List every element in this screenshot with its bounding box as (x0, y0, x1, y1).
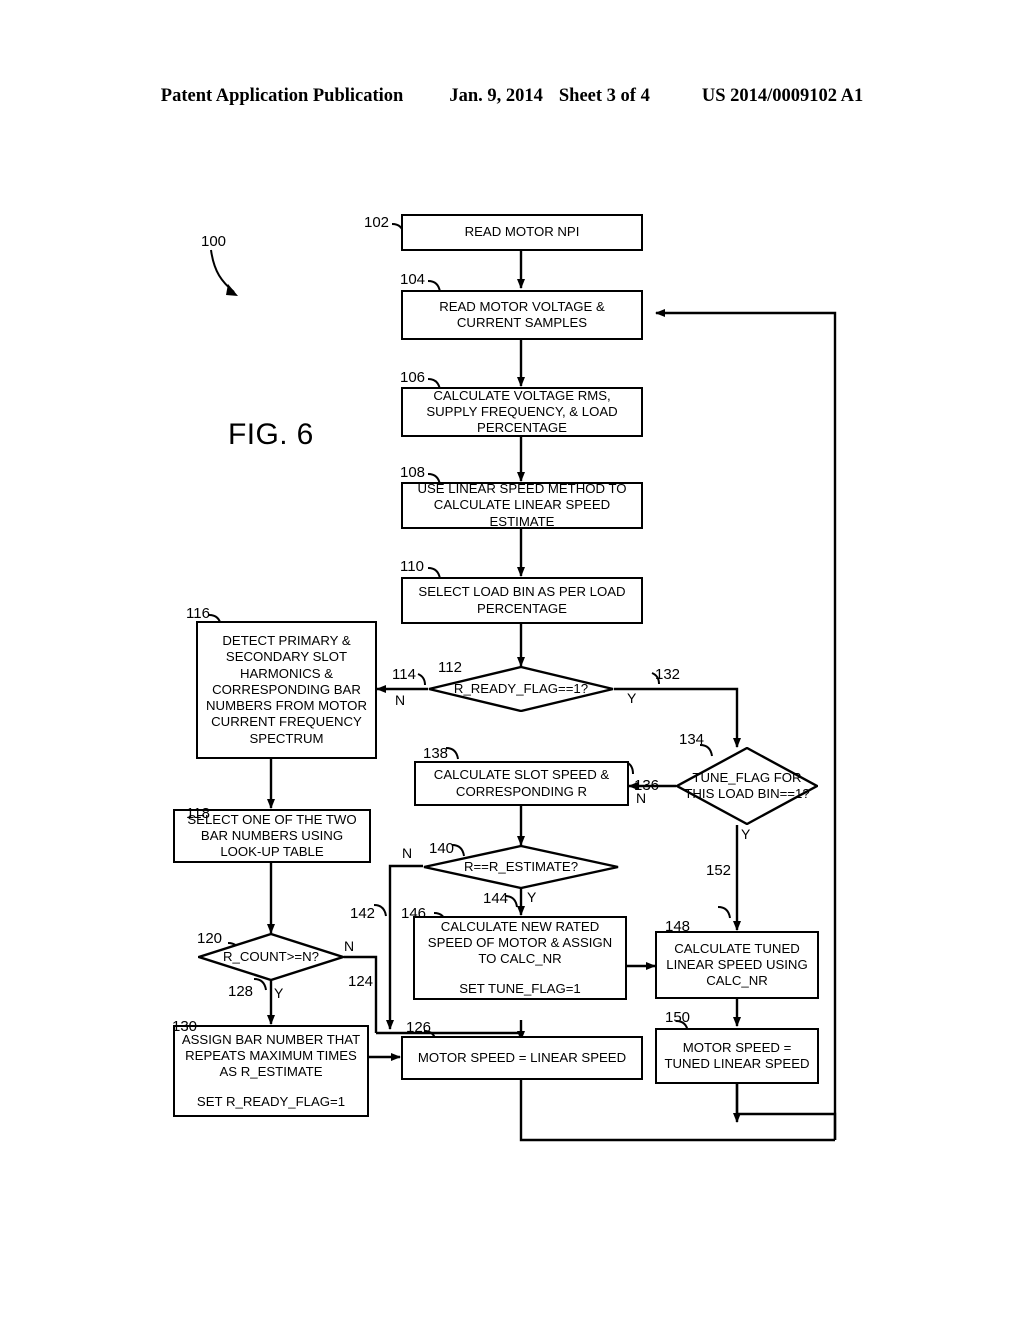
flowchart-connectors (195, 223, 837, 1142)
process-calculate-tuned-linear-speed[interactable]: CALCULATE TUNED LINEAR SPEED USING CALC_… (655, 931, 819, 999)
ref-132: 132 (655, 666, 681, 683)
process-calculate-new-rated-speed[interactable]: CALCULATE NEW RATED SPEED OF MOTOR & ASS… (413, 916, 627, 1000)
ref-148: 148 (665, 918, 691, 935)
process-assign-bar-number-flag: SET R_READY_FLAG=1 (196, 1094, 346, 1110)
process-motor-speed-tuned-label: MOTOR SPEED = TUNED LINEAR SPEED (664, 1039, 810, 1071)
process-select-load-bin-label: SELECT LOAD BIN AS PER LOAD PERCENTAGE (418, 584, 626, 616)
process-calculate-voltage-rms[interactable]: CALCULATE VOLTAGE RMS, SUPPLY FREQUENCY,… (401, 387, 643, 437)
process-calculate-voltage-rms-label: CALCULATE VOLTAGE RMS, SUPPLY FREQUENCY,… (426, 387, 618, 436)
process-linear-speed-method[interactable]: USE LINEAR SPEED METHOD TO CALCULATE LIN… (401, 481, 643, 529)
process-motor-speed-linear-label: MOTOR SPEED = LINEAR SPEED (417, 1049, 627, 1065)
ref-118: 118 (186, 805, 210, 822)
process-calculate-slot-speed-label: CALCULATE SLOT SPEED & CORRESPONDING R (433, 767, 610, 799)
process-read-voltage-current-samples[interactable]: READ MOTOR VOLTAGE & CURRENT SAMPLES (401, 290, 643, 340)
ref-102: 102 (364, 214, 390, 231)
process-select-load-bin[interactable]: SELECT LOAD BIN AS PER LOAD PERCENTAGE (401, 577, 643, 624)
process-assign-bar-number-label: ASSIGN BAR NUMBER THAT REPEATS MAXIMUM T… (181, 1031, 361, 1079)
process-calculate-tuned-linear-speed-label: CALCULATE TUNED LINEAR SPEED USING CALC_… (666, 940, 808, 989)
branch-label-134-y: Y (741, 826, 751, 842)
process-motor-speed-linear[interactable]: MOTOR SPEED = LINEAR SPEED (401, 1036, 643, 1080)
ref-104: 104 (400, 271, 426, 288)
ref-112: 112 (438, 659, 462, 676)
ref-116: 116 (186, 605, 210, 622)
process-read-motor-npi-label: READ MOTOR NPI (464, 224, 580, 240)
branch-label-140-n: N (402, 845, 413, 861)
ref-152: 152 (706, 862, 732, 879)
ref-120: 120 (197, 930, 223, 947)
ref-106: 106 (400, 369, 426, 386)
ref-126: 126 (406, 1019, 432, 1036)
branch-label-114-n: N (395, 692, 406, 708)
ref-140: 140 (429, 840, 455, 857)
process-read-voltage-current-samples-label: READ MOTOR VOLTAGE & CURRENT SAMPLES (439, 298, 605, 330)
ref-110: 110 (400, 558, 424, 575)
decision-tune-flag-label: TUNE_FLAG FOR THIS LOAD BIN==1? (684, 770, 810, 801)
branch-label-120-n: N (344, 938, 355, 954)
branch-label-128-y: Y (274, 985, 284, 1001)
process-linear-speed-method-label: USE LINEAR SPEED METHOD TO CALCULATE LIN… (417, 481, 627, 529)
process-assign-bar-number[interactable]: ASSIGN BAR NUMBER THAT REPEATS MAXIMUM T… (173, 1025, 369, 1117)
ref-144: 144 (483, 890, 509, 907)
ref-142: 142 (350, 905, 376, 922)
process-detect-slot-harmonics[interactable]: DETECT PRIMARY & SECONDARY SLOT HARMONIC… (196, 621, 377, 759)
process-read-motor-npi[interactable]: READ MOTOR NPI (401, 214, 643, 251)
ref-134: 134 (679, 731, 705, 748)
ref-146: 146 (401, 905, 427, 922)
decision-r-equals-r-estimate-label: R==R_ESTIMATE? (463, 859, 579, 874)
ref-108: 108 (400, 464, 426, 481)
process-motor-speed-tuned[interactable]: MOTOR SPEED = TUNED LINEAR SPEED (655, 1028, 819, 1084)
decision-tune-flag[interactable]: TUNE_FLAG FOR THIS LOAD BIN==1? (676, 747, 818, 825)
decision-r-ready-flag-label: R_READY_FLAG==1? (453, 681, 589, 696)
process-calculate-slot-speed[interactable]: CALCULATE SLOT SPEED & CORRESPONDING R (414, 761, 629, 806)
ref-124: 124 (348, 973, 374, 990)
ref-128: 128 (228, 983, 254, 1000)
branch-label-132-y: Y (627, 690, 637, 706)
branch-label-136-n: N (636, 790, 647, 806)
branch-label-144-y: Y (527, 889, 537, 905)
ref-130: 130 (172, 1018, 198, 1035)
ref-114: 114 (392, 666, 416, 683)
process-detect-slot-harmonics-label: DETECT PRIMARY & SECONDARY SLOT HARMONIC… (206, 633, 367, 746)
ref-138: 138 (423, 745, 449, 762)
process-calculate-new-rated-speed-label: CALCULATE NEW RATED SPEED OF MOTOR & ASS… (427, 918, 613, 966)
process-calculate-new-rated-speed-flag: SET TUNE_FLAG=1 (459, 981, 581, 997)
ref-150: 150 (665, 1009, 691, 1026)
decision-r-count-label: R_COUNT>=N? (222, 949, 319, 964)
